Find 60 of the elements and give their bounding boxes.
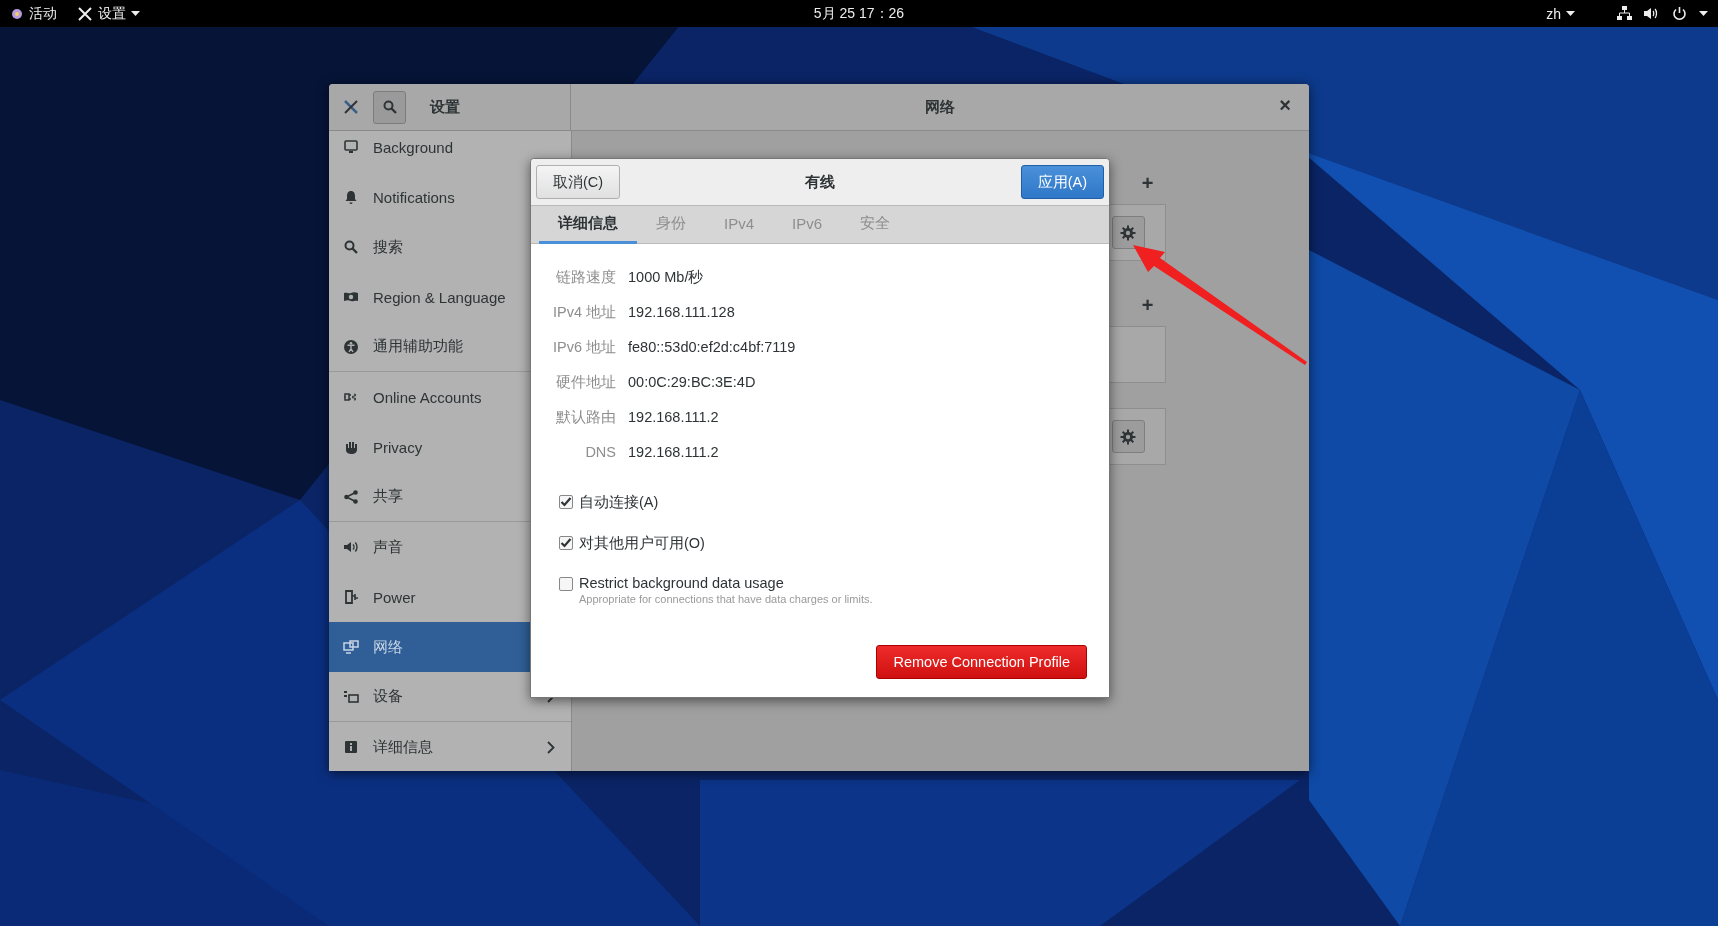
network-icon[interactable]	[1617, 6, 1632, 21]
field-value: 00:0C:29:BC:3E:4D	[628, 373, 757, 392]
settings-button[interactable]	[1111, 420, 1145, 453]
activities-button[interactable]: 活动	[29, 4, 57, 23]
battery-plug-icon	[343, 589, 359, 605]
close-button[interactable]: ×	[1273, 92, 1297, 119]
dialog-title: 有线	[805, 172, 836, 192]
tab[interactable]: 详细信息	[539, 206, 637, 244]
caret-icon	[1566, 10, 1575, 17]
checkbox[interactable]	[559, 577, 573, 591]
field-label: 链路速度	[555, 268, 616, 287]
field-label: IPv4 地址	[551, 303, 616, 322]
gear-icon	[1120, 428, 1136, 445]
field-value: 192.168.111.2	[628, 443, 720, 462]
hand-icon	[343, 439, 359, 455]
chevron-icon	[547, 740, 555, 754]
input-method-menu[interactable]: zh	[1546, 5, 1561, 22]
logo-icon	[10, 6, 24, 21]
bell-icon	[343, 189, 359, 205]
cancel-button[interactable]: 取消(C)	[536, 165, 621, 199]
checkbox-label: 自动连接(A)	[579, 493, 659, 512]
checkbox[interactable]	[559, 536, 573, 550]
field-value: 192.168.111.128	[628, 303, 736, 322]
tools-icon	[343, 99, 359, 115]
field-label: DNS	[584, 443, 616, 462]
clock[interactable]: 5月 25 17：26	[813, 4, 905, 23]
search-icon	[343, 239, 359, 255]
checkbox[interactable]	[559, 495, 573, 509]
remove-button[interactable]: Remove Connection Profile	[876, 645, 1087, 679]
field-label: 硬件地址	[555, 373, 616, 392]
volume-icon[interactable]	[1644, 6, 1660, 21]
speaker-icon	[343, 539, 359, 555]
gear-icon	[1120, 224, 1136, 241]
field-value: fe80::53d0:ef2d:c4bf:7119	[628, 338, 796, 357]
field-value: 192.168.111.2	[628, 408, 720, 427]
devices-icon	[343, 688, 359, 705]
sidebar-item[interactable]: 详细信息	[329, 722, 571, 771]
field-label: 默认路由	[555, 408, 616, 427]
checkbox-label: 对其他用户可用(O)	[579, 534, 705, 553]
settings-button[interactable]	[1111, 216, 1145, 249]
network-icon	[343, 639, 359, 655]
app-menu[interactable]: 设置	[98, 4, 126, 23]
hint-text: Appropriate for connections that have data charges or limits.	[579, 593, 873, 605]
field-value: 1000 Mb/秒	[628, 268, 705, 287]
add-button[interactable]: +	[1137, 294, 1158, 316]
share-icon	[343, 488, 359, 505]
apply-button[interactable]: 应用(A)	[1020, 165, 1104, 199]
info-icon	[343, 739, 359, 755]
window-title: 网络	[925, 97, 955, 117]
tools-icon	[77, 5, 93, 22]
checkbox-label: Restrict background data usage	[579, 575, 785, 591]
add-button[interactable]: +	[1137, 172, 1158, 194]
power-icon[interactable]	[1672, 6, 1687, 21]
caret-icon	[1699, 10, 1708, 17]
monitor-icon	[343, 139, 359, 155]
search-button[interactable]	[373, 90, 406, 124]
accessibility-icon	[343, 338, 359, 355]
caret-icon	[131, 10, 140, 17]
search-icon	[381, 99, 398, 115]
sidebar-title: 设置	[430, 97, 460, 117]
